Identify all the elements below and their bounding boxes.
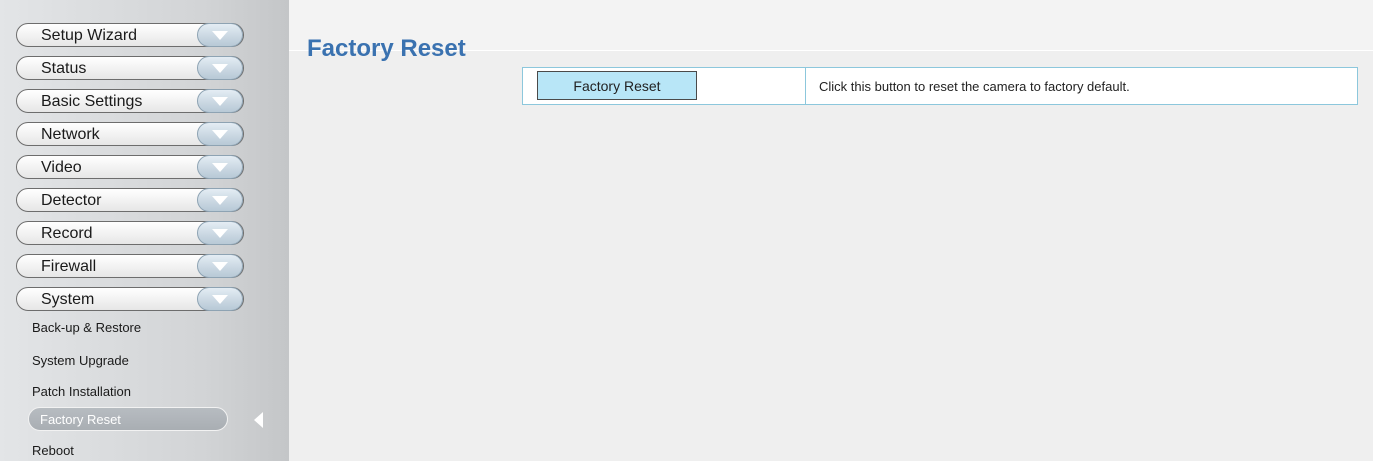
- sidebar-nav: Setup Wizard Status Basic Settings Netwo…: [0, 0, 289, 461]
- submenu-item-label: Factory Reset: [40, 412, 121, 427]
- submenu-item-system-upgrade[interactable]: System Upgrade: [32, 353, 129, 369]
- menu-label: Status: [41, 60, 87, 77]
- chevron-down-icon[interactable]: [197, 89, 243, 113]
- menu-video[interactable]: Video: [16, 155, 244, 179]
- menu-detector[interactable]: Detector: [16, 188, 244, 212]
- chevron-down-icon[interactable]: [197, 221, 243, 245]
- menu-system[interactable]: System: [16, 287, 244, 311]
- factory-reset-button[interactable]: Factory Reset: [537, 71, 697, 100]
- menu-label: Record: [41, 225, 93, 242]
- menu-setup-wizard[interactable]: Setup Wizard: [16, 23, 244, 47]
- menu-label: Setup Wizard: [41, 27, 138, 44]
- submenu-item-patch-installation[interactable]: Patch Installation: [32, 384, 131, 400]
- menu-firewall[interactable]: Firewall: [16, 254, 244, 278]
- chevron-down-icon[interactable]: [197, 287, 243, 311]
- submenu-item-reboot[interactable]: Reboot: [32, 443, 74, 459]
- menu-label: Firewall: [41, 258, 97, 275]
- arrow-left-icon: [254, 412, 263, 433]
- submenu-item-factory-reset[interactable]: Factory Reset: [28, 407, 228, 431]
- submenu-item-backup-restore[interactable]: Back-up & Restore: [32, 320, 141, 336]
- menu-label: Network: [41, 126, 100, 143]
- chevron-down-icon[interactable]: [197, 23, 243, 47]
- menu-network[interactable]: Network: [16, 122, 244, 146]
- menu-label: Video: [41, 159, 82, 176]
- main-content: Factory Reset Factory Reset Click this b…: [289, 0, 1373, 461]
- menu-record[interactable]: Record: [16, 221, 244, 245]
- menu-label: Basic Settings: [41, 93, 143, 110]
- table-cell-divider: [805, 68, 806, 104]
- chevron-down-icon[interactable]: [197, 254, 243, 278]
- menu-label: Detector: [41, 192, 102, 209]
- page-title: Factory Reset: [307, 35, 466, 62]
- menu-status[interactable]: Status: [16, 56, 244, 80]
- menu-basic-settings[interactable]: Basic Settings: [16, 89, 244, 113]
- chevron-down-icon[interactable]: [197, 155, 243, 179]
- chevron-down-icon[interactable]: [197, 122, 243, 146]
- chevron-down-icon[interactable]: [197, 188, 243, 212]
- reset-description: Click this button to reset the camera to…: [819, 79, 1130, 94]
- factory-reset-table: Factory Reset Click this button to reset…: [522, 67, 1358, 105]
- chevron-down-icon[interactable]: [197, 56, 243, 80]
- menu-label: System: [41, 291, 95, 308]
